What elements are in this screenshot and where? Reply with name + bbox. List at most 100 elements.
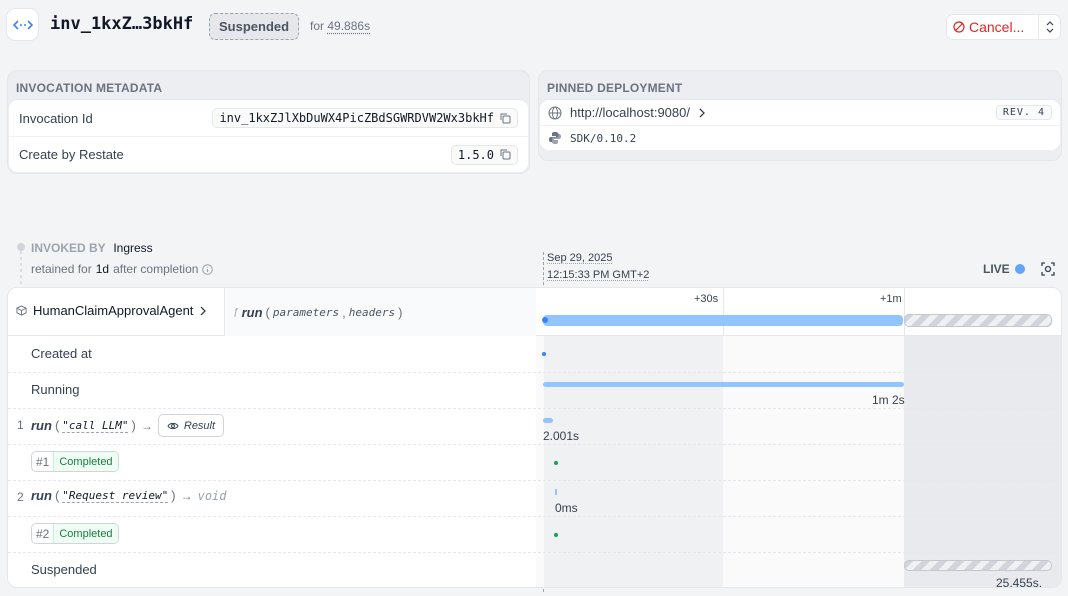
step1-call[interactable]: run ( "call LLM" ) → Result	[31, 414, 225, 437]
param-comma: ,	[342, 304, 346, 320]
step1-num: #1	[36, 454, 50, 469]
info-icon	[202, 263, 214, 275]
metadata-title: INVOCATION METADATA	[16, 81, 163, 95]
step2-call[interactable]: run ( "Request review" ) → void	[31, 488, 227, 503]
metadata-body: Invocation Id inv_1kxZJlXbDuWX4PicZBdSGW…	[9, 99, 528, 172]
step2-bar[interactable]	[555, 489, 557, 495]
metadata-row-invocation-id: Invocation Id inv_1kxZJlXbDuWX4PicZBdSGW…	[9, 100, 528, 136]
row-separator	[8, 516, 1061, 517]
chevron-right-icon	[200, 306, 207, 315]
step2-completed-dot	[554, 533, 558, 537]
metadata-row-restate-version: Create by Restate 1.5.0	[9, 136, 528, 172]
python-icon	[549, 132, 561, 144]
deployment-url-row[interactable]: http://localhost:9080/ REV. 4	[540, 100, 1060, 125]
cancel-label: Cancel...	[969, 19, 1025, 35]
restate-version-value: 1.5.0	[457, 147, 494, 162]
deployment-body: http://localhost:9080/ REV. 4 SDK/0.10.2	[540, 99, 1060, 150]
retention-suffix: after completion	[113, 262, 199, 276]
restate-version-chip[interactable]: 1.5.0	[450, 144, 518, 165]
cancel-label-wrap[interactable]: Cancel...	[953, 19, 1038, 35]
invocation-id-title[interactable]: inv_1kxZ…3bkHf	[50, 14, 193, 34]
returns-arrow-icon: →	[180, 488, 193, 503]
step1-status: Completed	[53, 452, 118, 471]
row-separator	[8, 444, 1061, 445]
chevron-right-icon	[699, 108, 705, 117]
handler-signature[interactable]: ƒ run ( parameters , headers )	[224, 288, 536, 336]
focus-button[interactable]	[1040, 261, 1056, 280]
duration-prefix: for	[310, 19, 325, 33]
invoked-by-value[interactable]: Ingress	[113, 241, 152, 255]
close-paren: )	[131, 418, 136, 433]
invocation-id-chip[interactable]: inv_1kxZJlXbDuWX4PicZBdSGWRDVW2Wx3bkHf	[212, 108, 518, 128]
tick-1m: +1m	[880, 293, 902, 305]
handler-name: run	[241, 304, 263, 320]
row-label-running: Running	[31, 382, 80, 397]
invocation-bar[interactable]	[543, 315, 903, 326]
cancel-button[interactable]: Cancel...	[946, 14, 1061, 40]
invocation-icon	[6, 8, 39, 41]
duration-value: 49.886s	[327, 19, 371, 33]
globe-icon	[548, 106, 562, 119]
running-duration: 1m 2s	[872, 393, 905, 407]
open-paren: (	[265, 304, 270, 320]
invoked-by-label: INVOKED BY	[31, 241, 106, 255]
close-paren: )	[171, 488, 176, 503]
step1-index: 1	[17, 418, 24, 432]
retention-info: retained for 1d after completion	[31, 262, 214, 276]
row-label-created-at: Created at	[31, 346, 92, 361]
tick-line	[904, 288, 905, 336]
step1-bar[interactable]	[543, 418, 553, 423]
step2-fn: run	[31, 488, 52, 503]
deployment-url[interactable]: http://localhost:9080/	[570, 105, 690, 120]
live-label: LIVE	[983, 262, 1010, 276]
focus-icon	[1041, 262, 1055, 276]
live-dot	[1014, 264, 1025, 274]
step1-completed-badge[interactable]: #1 Completed	[31, 451, 119, 472]
cancel-icon	[953, 21, 965, 33]
deployment-title: PINNED DEPLOYMENT	[547, 81, 683, 95]
step1-result-button[interactable]: Result	[157, 414, 225, 437]
param-parameters: parameters	[272, 305, 340, 319]
timeline-panel: HumanClaimApprovalAgent ƒ run ( paramete…	[7, 287, 1062, 588]
suspended-segment	[904, 314, 1052, 327]
eye-icon	[167, 422, 179, 429]
close-paren: )	[398, 304, 403, 320]
row-label-suspended: Suspended	[31, 562, 97, 577]
row-separator	[8, 480, 1061, 481]
invoked-connector-line	[17, 243, 25, 290]
step2-arg: "Request review"	[62, 489, 169, 502]
copy-icon	[500, 149, 511, 160]
step2-completed-badge[interactable]: #2 Completed	[31, 523, 119, 544]
param-headers: headers	[348, 305, 396, 319]
timeline-date: Sep 29, 2025	[547, 252, 613, 264]
metadata-label: Create by Restate	[19, 147, 124, 162]
invocation-metadata-panel: INVOCATION METADATA Invocation Id inv_1k…	[7, 70, 530, 174]
cancel-options-toggle[interactable]	[1038, 15, 1060, 39]
step1-result-label: Result	[183, 419, 216, 432]
created-at-dot	[542, 352, 546, 356]
copy-icon	[500, 113, 511, 123]
open-paren: (	[54, 488, 60, 503]
service-name-link[interactable]: HumanClaimApprovalAgent	[16, 303, 207, 318]
step1-fn: run	[31, 418, 52, 433]
service-name[interactable]: HumanClaimApprovalAgent	[33, 303, 193, 318]
tick-30s: +30s	[694, 293, 719, 305]
retention-prefix: retained for	[31, 262, 92, 276]
step2-return: void	[197, 488, 227, 503]
pinned-deployment-panel: PINNED DEPLOYMENT http://localhost:9080/…	[538, 70, 1062, 161]
row-separator	[8, 552, 1061, 553]
invocation-id-value: inv_1kxZJlXbDuWX4PicZBdSGWRDVW2Wx3bkHf	[219, 111, 494, 125]
sdk-version: SDK/0.10.2	[570, 131, 637, 145]
step1-arg: "call LLM"	[62, 419, 129, 432]
running-bar[interactable]	[543, 382, 904, 387]
step1-completed-dot	[554, 461, 558, 465]
step2-status: Completed	[53, 524, 118, 543]
step2-index: 2	[17, 490, 24, 504]
suspended-bar[interactable]	[904, 560, 1052, 571]
step1-duration: 2.001s	[543, 429, 580, 443]
invoked-by: INVOKED BY Ingress	[31, 240, 153, 255]
invocation-start-dot	[542, 317, 548, 323]
suspended-duration: 25.455s.	[996, 576, 1043, 588]
timeline-header-row: HumanClaimApprovalAgent ƒ run ( paramete…	[8, 288, 1061, 336]
deployment-sdk-row: SDK/0.10.2	[540, 125, 1060, 150]
